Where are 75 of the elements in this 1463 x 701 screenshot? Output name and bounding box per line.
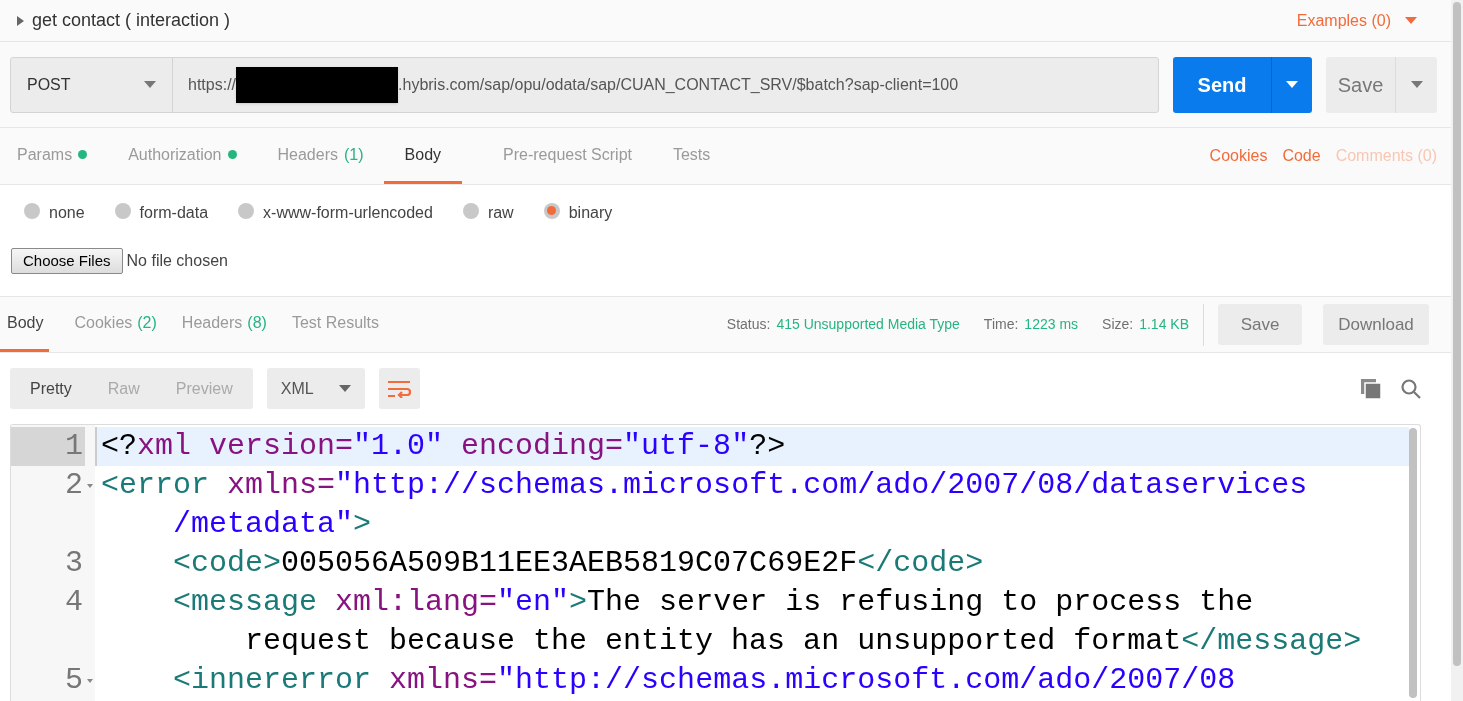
body-type-radio[interactable]: form-data	[114, 200, 209, 225]
format-dropdown[interactable]: XML	[266, 368, 365, 409]
view-mode-tab[interactable]: Raw	[107, 376, 140, 401]
expand-triangle-icon[interactable]	[17, 15, 24, 26]
response-tab[interactable]: Body	[0, 297, 50, 352]
request-tab[interactable]: Authorization	[128, 128, 237, 184]
url-text[interactable]: https://	[188, 72, 237, 97]
tab-label: Body	[404, 144, 442, 165]
body-type-radio[interactable]: binary	[543, 200, 613, 225]
url-text[interactable]: .hybris.com/sap/opu/odata/sap/CUAN_CONTACT_SRV/$batch?sap-client=100	[398, 72, 959, 97]
tab-label: Tests	[672, 144, 711, 165]
choose-files-button[interactable]: Choose Files	[11, 248, 123, 274]
body-type-radio[interactable]: x-www-form-urlencoded	[238, 200, 433, 225]
wrap-lines-icon	[387, 379, 412, 398]
caret-icon	[338, 385, 351, 392]
copy-icon[interactable]	[1361, 378, 1381, 399]
code-line: <innererror xmlns="http://schemas.microsoft.com/ado/2007/08	[172, 662, 1237, 699]
response-tab[interactable]: Headers (8)	[181, 297, 267, 352]
response-action-button[interactable]: Save	[1218, 304, 1302, 345]
code-line: <error xmlns="http://schemas.microsoft.com/ado/2007/08/dataservices	[100, 467, 1309, 504]
meta-value: 1223 ms	[1024, 315, 1079, 334]
examples-dropdown[interactable]: Examples (0)	[1296, 8, 1417, 33]
response-tab[interactable]: Cookies (2)	[74, 297, 157, 352]
caret-icon	[1286, 81, 1298, 88]
line-number: 2	[64, 467, 84, 504]
request-tab[interactable]: Headers (1)	[277, 128, 364, 184]
meta-label: Size:	[1102, 315, 1134, 334]
request-tab[interactable]: Body	[383, 128, 463, 184]
tab-label: Params	[17, 144, 73, 165]
line-number: 5	[64, 662, 84, 699]
line-number: 4	[64, 584, 84, 621]
meta-label: Status:	[726, 315, 771, 334]
tab-label: Authorization	[128, 144, 222, 165]
wrap-lines-button[interactable]	[378, 368, 420, 409]
tab-count: (2)	[137, 313, 157, 333]
request-tab[interactable]: Tests	[672, 128, 711, 184]
response-tab[interactable]: Test Results	[291, 297, 380, 352]
code-line: /metadata">	[172, 506, 373, 543]
page-scrollbar[interactable]	[1453, 2, 1461, 667]
meta-value: 415 Unsupported Media Type	[776, 315, 960, 334]
tab-label: Headers	[277, 144, 338, 165]
meta-value: 1.14 KB	[1139, 315, 1189, 334]
body-type-radio[interactable]: none	[24, 200, 85, 225]
response-action-button[interactable]: Download	[1323, 304, 1429, 345]
header-link[interactable]: Cookies	[1209, 144, 1268, 168]
tab-label: Headers	[181, 313, 243, 333]
fold-caret-icon[interactable]	[87, 678, 93, 683]
request-title: get contact ( interaction )	[32, 9, 231, 32]
caret-icon	[1405, 17, 1417, 24]
request-tab[interactable]: Pre-request Script	[503, 128, 632, 184]
fold-caret-icon[interactable]	[87, 483, 93, 488]
tab-label: Test Results	[291, 313, 380, 333]
tab-label: Body	[7, 313, 44, 333]
caret-icon	[144, 81, 156, 88]
line-number: 3	[64, 545, 84, 582]
method-dropdown[interactable]: POST	[11, 57, 173, 112]
request-tab[interactable]: Params	[17, 128, 88, 184]
caret-icon	[1410, 81, 1423, 88]
body-type-radio[interactable]: raw	[462, 200, 514, 225]
file-status-text: No file chosen	[126, 251, 228, 271]
tab-label: Pre-request Script	[503, 144, 632, 165]
tab-count: (8)	[247, 313, 267, 333]
view-mode-tab[interactable]: Pretty	[30, 376, 72, 401]
line-number: 1	[11, 427, 85, 466]
tab-label: Cookies	[74, 313, 133, 333]
code-line: <message xml:lang="en">The server is refusing to process the	[172, 584, 1255, 621]
header-link[interactable]: Code	[1282, 144, 1321, 168]
editor-scrollbar[interactable]	[1409, 428, 1417, 698]
code-line: <code>005056A509B11EE3AEB5819C07C69E2F</code>	[172, 545, 985, 582]
search-icon[interactable]	[1401, 378, 1421, 399]
code-line: request because the entity has an unsupported format</message>	[244, 623, 1363, 660]
tab-count: (1)	[344, 144, 364, 165]
meta-label: Time:	[983, 315, 1019, 334]
view-mode-tab[interactable]: Preview	[175, 376, 233, 401]
code-line: <?xml version="1.0" encoding="utf-8"?>	[100, 428, 787, 465]
